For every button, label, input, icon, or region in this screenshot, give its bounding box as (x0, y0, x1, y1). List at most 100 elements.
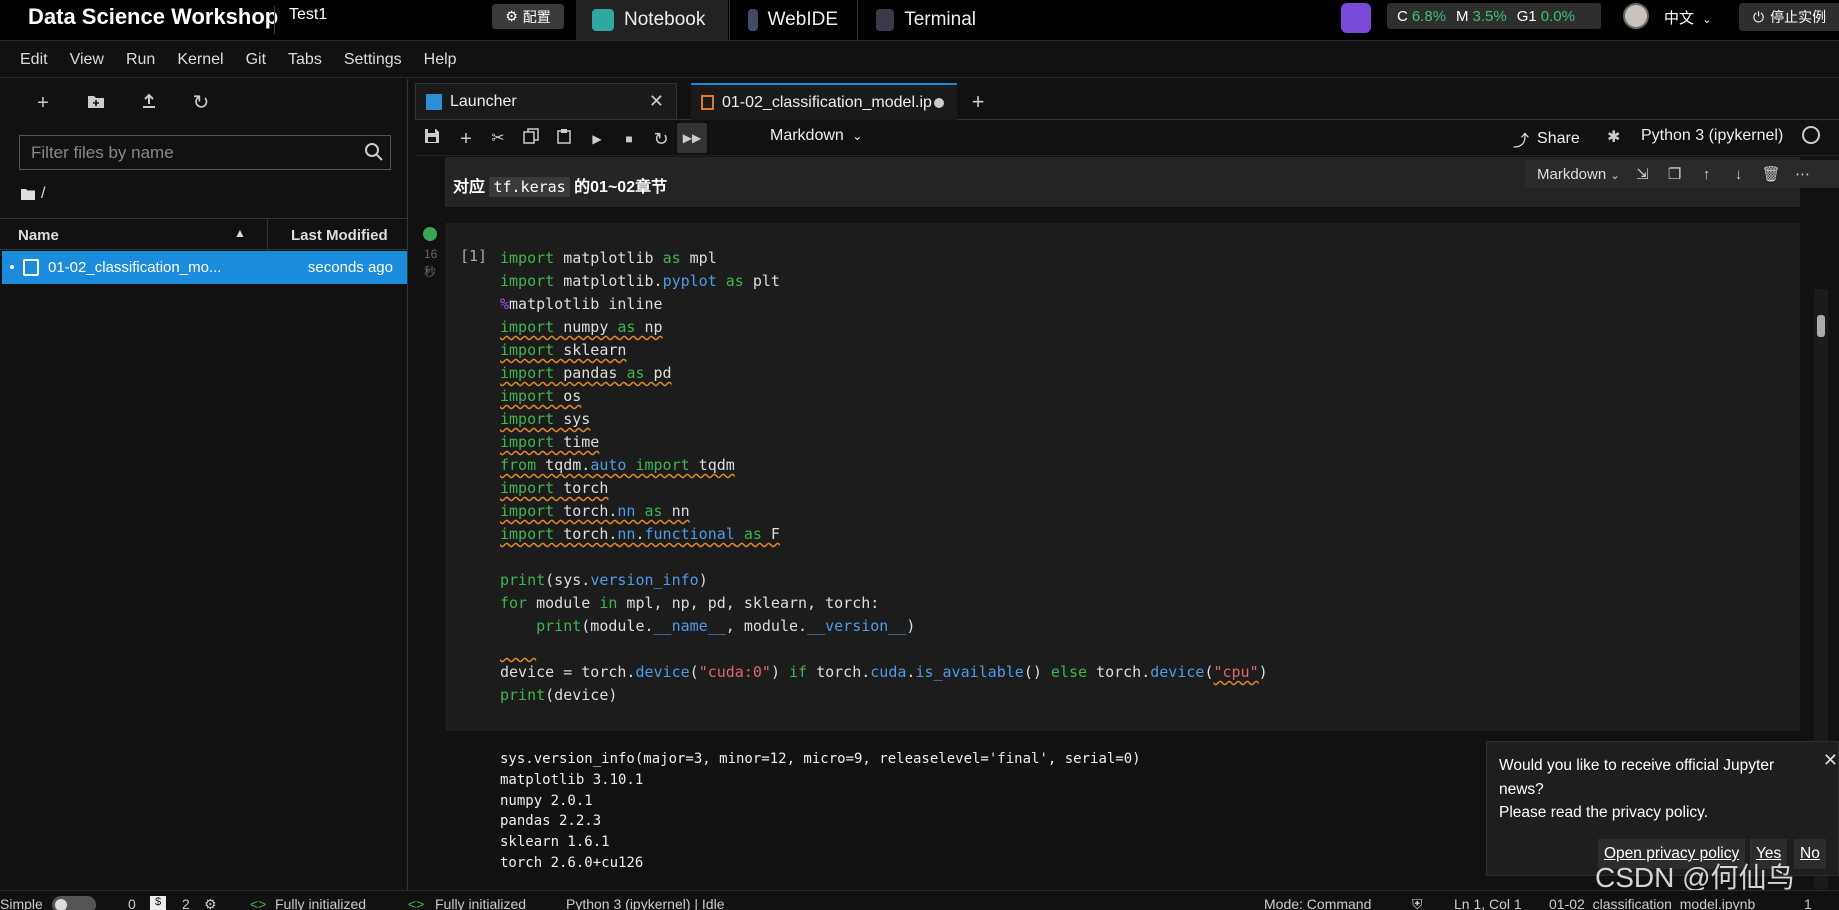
simple-mode-label: Simple (0, 896, 43, 910)
config-button[interactable]: ⚙ 配置 (492, 4, 564, 29)
folder-icon (21, 189, 35, 200)
kernel-status-icon (1802, 126, 1820, 144)
scrollbar-thumb[interactable] (1817, 315, 1825, 337)
chevron-down-icon: ⌄ (852, 129, 863, 143)
close-icon[interactable]: ✕ (649, 91, 664, 112)
output-line: pandas 2.2.3 (500, 813, 602, 830)
notification-policy-text: Please read the privacy policy. (1499, 804, 1709, 821)
new-folder-button[interactable] (84, 91, 108, 115)
add-tab-button[interactable]: + (963, 83, 993, 120)
memory-usage: M 3.5% (1456, 7, 1507, 25)
file-modified: seconds ago (307, 259, 393, 276)
new-launcher-button[interactable]: + (31, 91, 55, 115)
close-icon[interactable]: ✕ (1823, 750, 1838, 771)
kernel-name[interactable]: Python 3 (ipykernel) (1641, 127, 1783, 145)
tab-notebook[interactable]: Notebook (576, 0, 728, 40)
debugger-icon[interactable]: ✱ (1607, 127, 1620, 147)
menu-view[interactable]: View (70, 51, 104, 69)
tab-terminal[interactable]: Terminal (860, 0, 992, 40)
move-down-icon[interactable]: ↓ (1730, 166, 1748, 183)
file-name: 01-02_classification_mo... (48, 259, 222, 276)
markdown-text: 对应 tf.keras 的01~02章节 (453, 173, 667, 197)
split-cell-icon[interactable]: ⇲ (1634, 165, 1652, 183)
cut-icon[interactable]: ✂ (487, 128, 509, 150)
more-icon[interactable]: ⋯ (1794, 165, 1812, 183)
stop-icon[interactable]: ■ (618, 128, 640, 150)
chevron-down-icon: ⌄ (1610, 169, 1620, 182)
running-indicator-icon (10, 265, 14, 269)
shield-icon[interactable]: ⛨ (1412, 896, 1423, 910)
menu-git[interactable]: Git (246, 51, 266, 69)
divider (857, 0, 858, 40)
insert-cell-icon[interactable]: + (455, 128, 477, 150)
no-button[interactable]: No (1794, 839, 1826, 869)
gpu-usage: G1 0.0% (1516, 7, 1575, 25)
project-name[interactable]: Test1 (274, 6, 327, 34)
filter-files-input[interactable] (20, 136, 340, 169)
column-last-modified[interactable]: Last Modified (291, 227, 388, 244)
save-icon[interactable] (421, 128, 443, 150)
menu-tabs[interactable]: Tabs (288, 51, 322, 69)
inline-code: tf.keras (489, 177, 570, 197)
stop-label: 停止实例 (1770, 9, 1827, 25)
top-bar: Data Science Workshop Test1 ⚙ 配置 Noteboo… (0, 0, 1839, 41)
filter-files-field[interactable] (19, 135, 391, 170)
menu-help[interactable]: Help (424, 51, 457, 69)
assistant-icon[interactable] (1341, 3, 1371, 33)
kernel-count[interactable]: 2 (182, 896, 190, 910)
lsp-status-1[interactable]: Fully initialized (275, 896, 366, 910)
avatar[interactable] (1623, 3, 1649, 29)
run-all-icon[interactable]: ▶▶ (677, 123, 707, 153)
simple-mode-toggle[interactable] (52, 896, 96, 910)
app-brand[interactable]: Data Science Workshop (28, 4, 278, 30)
breadcrumb-root[interactable]: / (41, 185, 45, 203)
menu-run[interactable]: Run (126, 51, 155, 69)
column-name[interactable]: Name (18, 227, 59, 244)
column-divider[interactable] (267, 219, 268, 251)
duplicate-cell-icon[interactable]: ❐ (1666, 165, 1684, 183)
notebook-toolbar: + ✂ ▶ ■ ↻ ▶▶ Markdown ⌄ ⤴ Share ✱ Python… (415, 120, 1839, 156)
restart-icon[interactable]: ↻ (650, 128, 672, 150)
file-list-item[interactable]: 01-02_classification_mo... seconds ago (2, 251, 407, 284)
notification-count[interactable]: 1 (1804, 896, 1812, 910)
lsp-status-2[interactable]: Fully initialized (435, 896, 526, 910)
code-editor[interactable]: import matplotlib as mpl import matplotl… (500, 247, 1268, 707)
terminal-count[interactable]: 0 (128, 896, 136, 910)
resource-monitor[interactable]: C 6.8% M 3.5% G1 0.0% (1387, 3, 1601, 29)
run-icon[interactable]: ▶ (586, 128, 608, 150)
paste-icon[interactable] (553, 128, 575, 150)
language-select[interactable]: 中文 ⌄ (1664, 7, 1711, 28)
tab-notebook-file[interactable]: 01-02_classification_model.ip (691, 83, 957, 120)
execution-prompt: [1] (460, 247, 488, 265)
cursor-position[interactable]: Ln 1, Col 1 (1454, 896, 1522, 910)
tab-launcher-label: Launcher (450, 92, 517, 110)
tab-launcher[interactable]: Launcher ✕ (415, 83, 677, 120)
menu-kernel[interactable]: Kernel (177, 51, 223, 69)
copy-icon[interactable] (520, 128, 542, 150)
lsp-icon: <> (250, 896, 267, 910)
breadcrumb[interactable]: / (21, 185, 45, 203)
terminal-icon (876, 9, 895, 31)
search-icon (364, 142, 384, 166)
output-line: numpy 2.0.1 (500, 792, 593, 809)
delete-icon[interactable]: 🗑 (1762, 165, 1781, 183)
cell-type-select[interactable]: Markdown ⌄ (1537, 166, 1620, 183)
move-up-icon[interactable]: ↑ (1698, 166, 1716, 183)
cell-type-select[interactable]: Markdown ⌄ (770, 127, 862, 145)
status-file-name: 01-02_classification_model.ipynb (1549, 896, 1756, 910)
tab-webide[interactable]: WebIDE (732, 0, 854, 40)
launcher-icon (426, 93, 442, 110)
sort-ascending-icon[interactable]: ▲ (234, 226, 246, 240)
menu-settings[interactable]: Settings (344, 51, 402, 69)
webide-icon (748, 9, 758, 31)
editor-mode[interactable]: Mode: Command (1264, 896, 1371, 910)
refresh-button[interactable]: ↻ (189, 91, 213, 115)
upload-button[interactable] (137, 91, 161, 115)
language-label: 中文 (1664, 10, 1695, 27)
markdown-cell[interactable]: 对应 tf.keras 的01~02章节 Markdown ⌄ ⇲ ❐ ↑ ↓ … (445, 157, 1839, 207)
share-button[interactable]: ⤴ Share (1513, 127, 1580, 151)
kernel-state[interactable]: Python 3 (ipykernel) | Idle (566, 896, 725, 910)
menu-edit[interactable]: Edit (20, 51, 48, 69)
unsaved-dot-icon[interactable] (934, 97, 944, 108)
stop-instance-button[interactable]: ⏻ 停止实例 (1739, 3, 1839, 31)
